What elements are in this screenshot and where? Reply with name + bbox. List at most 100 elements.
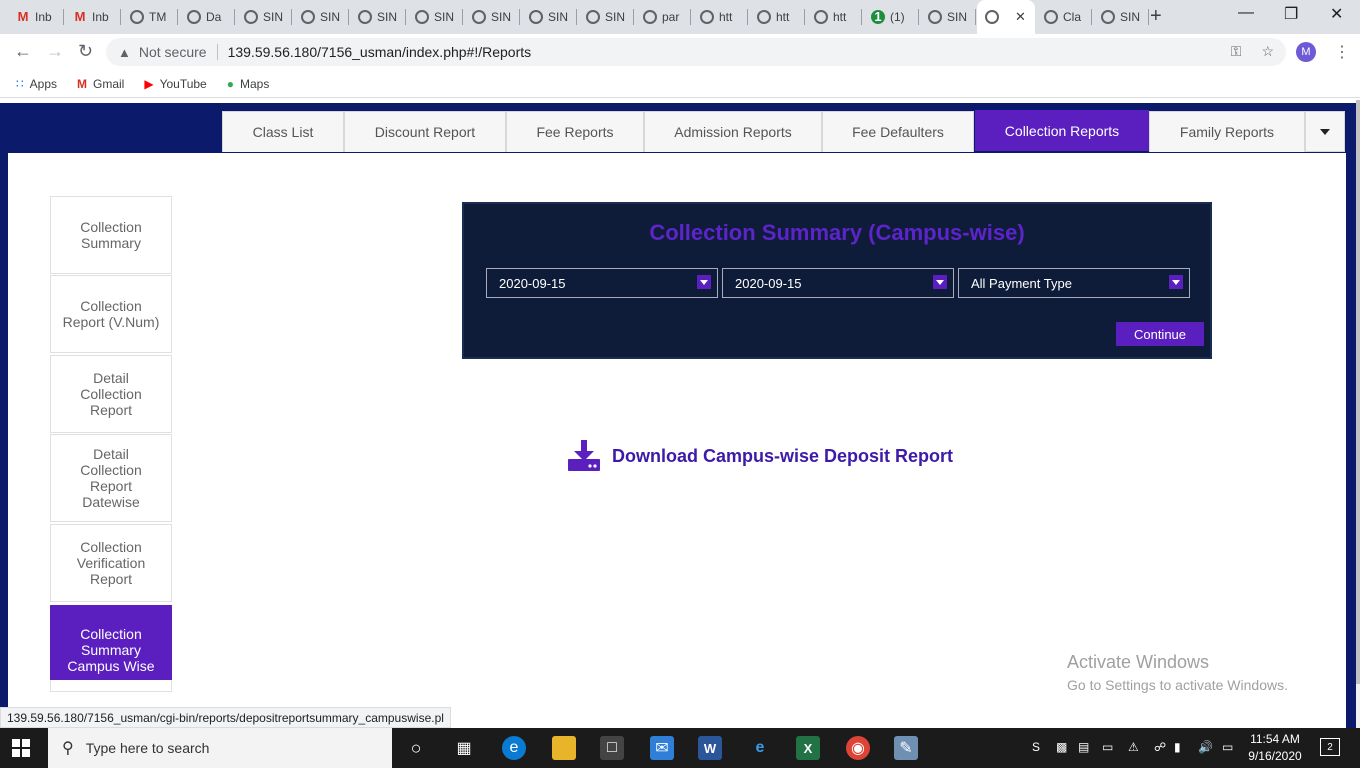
windows-start-icon[interactable] [12,739,30,757]
to-date-select[interactable]: 2020-09-15 [722,268,954,298]
word-icon[interactable]: W [698,736,722,760]
bookmark-apps[interactable]: ∷ Apps [16,77,57,91]
browser-tab[interactable]: SIN [236,6,292,28]
language-icon[interactable]: ▭ [1222,740,1233,754]
chrome-icon[interactable]: ◉ [846,736,870,760]
globe-icon [187,10,201,24]
address-bar[interactable]: ▲ Not secure 139.59.56.180/7156_usman/in… [106,38,1286,66]
more-tabs-dropdown[interactable] [1305,111,1345,152]
clock-time: 11:54 AM [1250,732,1300,746]
bluetooth-icon[interactable]: ☍ [1154,740,1166,754]
browser-tab[interactable]: SIN [920,6,976,28]
youtube-icon: ▶ [144,76,154,91]
close-window-icon[interactable]: ✕ [1330,4,1343,24]
bookmark-gmail[interactable]: M Gmail [77,77,124,91]
browser-tab[interactable]: SIN [1093,6,1149,28]
download-deposit-report-link[interactable]: Download Campus-wise Deposit Report [566,440,953,472]
tab-fee-defaulters[interactable]: Fee Defaulters [822,111,974,152]
page-scrollbar[interactable] [1356,100,1360,728]
side-item-collection-summary[interactable]: Collection Summary [50,196,172,274]
globe-icon [586,10,600,24]
browser-tab[interactable]: SIN [521,6,577,28]
browser-tab-label: htt [719,10,733,24]
internet-explorer-icon[interactable]: e [748,736,772,760]
task-view-icon[interactable]: ▦ [452,736,476,760]
store-icon[interactable]: □ [600,736,624,760]
tab-fee-reports[interactable]: Fee Reports [506,111,644,152]
edge-icon[interactable]: e [502,736,526,760]
file-explorer-icon[interactable] [552,736,576,760]
browser-tab[interactable]: ✕ [977,0,1035,34]
taskbar-clock[interactable]: 11:54 AM 9/16/2020 [1244,731,1306,765]
close-tab-icon[interactable]: ✕ [1015,9,1026,25]
excel-icon[interactable]: X [796,736,820,760]
browser-tab[interactable]: SIN [350,6,406,28]
browser-tab[interactable]: htt [692,6,748,28]
tab-collection-reports[interactable]: Collection Reports [975,110,1149,151]
browser-tab[interactable]: TM [122,6,178,28]
tab-separator [519,9,520,25]
new-tab-icon[interactable]: + [1150,5,1162,28]
wifi-off-icon[interactable]: ⚠ [1128,740,1139,754]
tab-separator [1148,9,1149,25]
browser-tab[interactable]: M Inb [65,6,121,28]
url-text[interactable]: 139.59.56.180/7156_usman/index.php#!/Rep… [228,44,532,60]
browser-tab[interactable]: par [635,6,691,28]
tab-family-reports[interactable]: Family Reports [1149,111,1305,152]
restore-icon[interactable]: ❐ [1284,4,1298,24]
tab-admission-reports[interactable]: Admission Reports [644,111,822,152]
skype-icon[interactable]: S [1032,740,1040,754]
tab-separator [975,9,976,25]
paint-icon[interactable]: ✎ [894,736,918,760]
side-item-detail-collection-datewise[interactable]: Detail Collection Report Datewise [50,434,172,522]
tab-discount-report[interactable]: Discount Report [344,111,506,152]
payment-type-select[interactable]: All Payment Type [958,268,1190,298]
side-item-collection-summary-campus-wise[interactable]: Collection Summary Campus Wise [50,605,172,680]
bookmarks-bar: ∷ Apps M Gmail ▶ YouTube ● Maps [0,70,1360,98]
bookmark-label: Maps [239,76,270,91]
browser-tab[interactable]: SIN [578,6,634,28]
bookmark-youtube[interactable]: ▶ YouTube [144,77,206,91]
gmail-icon: M [74,9,86,24]
network-tray-icon[interactable]: ▤ [1078,740,1089,754]
continue-button[interactable]: Continue [1116,322,1204,346]
browser-tab[interactable]: SIN [293,6,349,28]
reload-icon[interactable]: ↻ [78,41,93,62]
from-date-select[interactable]: 2020-09-15 [486,268,718,298]
browser-tab[interactable]: htt [806,6,862,28]
browser-tab[interactable]: SIN [407,6,463,28]
side-item-collection-verification[interactable]: Collection Verification Report [50,524,172,602]
side-item-collection-report-vnum[interactable]: Collection Report (V.Num) [50,275,172,353]
display-tray-icon[interactable]: ▭ [1102,740,1113,754]
tab-class-list[interactable]: Class List [222,111,344,152]
bookmark-maps[interactable]: ● Maps [227,77,270,91]
gmail-icon: M [77,76,87,91]
scrollbar-thumb[interactable] [1356,100,1360,684]
minimize-icon[interactable]: — [1238,4,1254,22]
tab-separator [747,9,748,25]
menu-kebab-icon[interactable]: ⋮ [1334,42,1350,62]
cortana-circle-icon[interactable]: ○ [404,736,428,760]
browser-tab-label: TM [149,10,167,24]
notification-badge-icon: 1 [871,10,885,24]
browser-tab[interactable]: Cla [1036,6,1092,28]
star-icon[interactable]: ☆ [1261,43,1274,60]
battery-icon[interactable]: ▮ [1174,740,1181,754]
browser-tab[interactable]: Da [179,6,235,28]
key-icon[interactable]: ⚿ [1231,43,1242,60]
volume-icon[interactable]: 🔊 [1198,740,1213,754]
mail-icon[interactable]: ✉ [650,736,674,760]
browser-tab[interactable]: 1 (1) [863,6,919,28]
app-tray-icon[interactable]: ▩ [1056,740,1067,754]
browser-tab[interactable]: M Inb [8,6,64,28]
tab-separator [462,9,463,25]
browser-tab[interactable]: SIN [464,6,520,28]
browser-tab[interactable]: htt [749,6,805,28]
back-icon[interactable]: ← [14,41,32,62]
notification-center-icon[interactable]: 2 [1320,738,1340,756]
profile-avatar[interactable]: M [1296,42,1316,62]
forward-icon[interactable]: → [46,41,64,62]
taskbar-search-box[interactable]: ⚲ Type here to search [48,728,392,768]
side-item-detail-collection-report[interactable]: Detail Collection Report [50,355,172,433]
globe-icon [928,10,942,24]
